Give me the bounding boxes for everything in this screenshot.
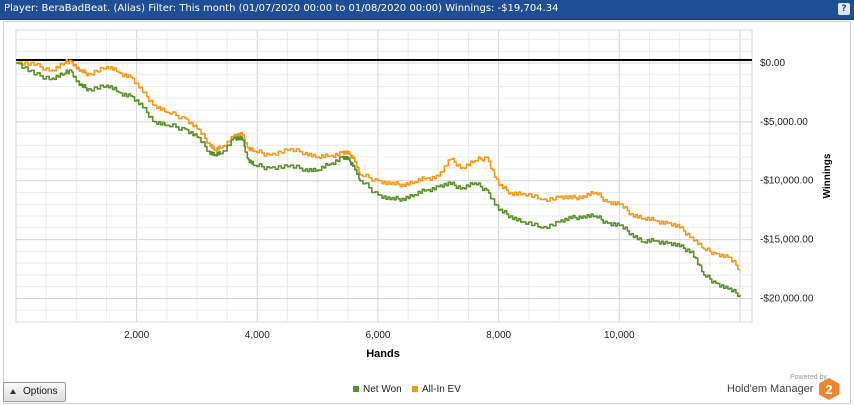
x-tick-label: 8,000 <box>486 330 511 341</box>
options-button[interactable]: Options <box>3 382 66 402</box>
y-tick-label: -$15,000.00 <box>760 235 814 246</box>
brand-badge-number: 2 <box>825 382 832 397</box>
y-axis-label: Winnings <box>822 153 833 198</box>
legend-swatch-all-in-ev <box>412 386 418 392</box>
legend-label-all-in-ev: All-In EV <box>422 384 461 395</box>
x-tick-label: 4,000 <box>245 330 270 341</box>
brand-name: Hold'em Manager <box>727 383 814 395</box>
legend-swatch-net-won <box>353 386 359 392</box>
y-tick-label: -$20,000.00 <box>760 293 814 304</box>
x-tick-label: 10,000 <box>604 330 635 341</box>
winnings-chart: 2,000 4,000 6,000 8,000 10,000 $0.00 -$5,000.… <box>15 29 833 360</box>
options-label: Options <box>23 386 58 397</box>
brand-logo: Powered by Hold'em Manager 2 <box>727 374 847 404</box>
legend-label-net-won: Net Won <box>363 384 402 395</box>
legend-all-in-ev: All-In EV <box>412 384 461 395</box>
x-axis-label: Hands <box>366 348 400 360</box>
x-tick-label: 6,000 <box>365 330 390 341</box>
legend-net-won: Net Won <box>353 384 402 395</box>
hex-badge-icon: 2 <box>819 378 839 400</box>
x-tick-label: 2,000 <box>124 330 149 341</box>
y-tick-label: -$5,000.00 <box>760 117 808 128</box>
y-tick-label: -$10,000.00 <box>760 176 814 187</box>
y-tick-label: $0.00 <box>760 58 785 69</box>
triangle-up-icon <box>10 389 16 394</box>
